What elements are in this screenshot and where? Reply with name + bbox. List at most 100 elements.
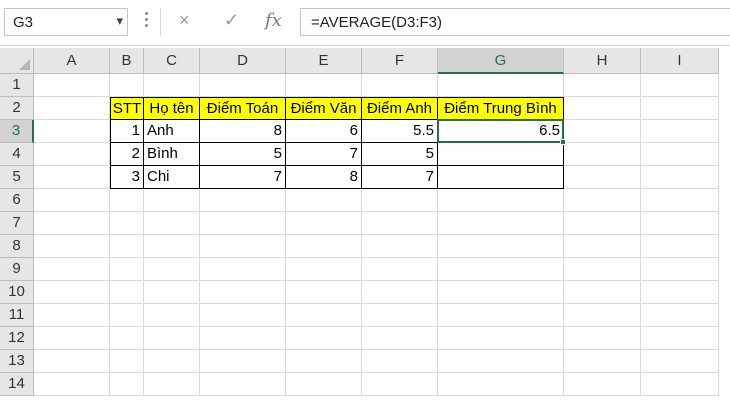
table-cell[interactable]: 7 xyxy=(286,143,362,166)
cell-g6[interactable] xyxy=(438,189,564,212)
row-header-1[interactable]: 1 xyxy=(0,74,34,97)
cell-h6[interactable] xyxy=(564,189,641,212)
table-cell[interactable]: 3 xyxy=(110,166,144,189)
row-header-9[interactable]: 9 xyxy=(0,258,34,281)
cell-d14[interactable] xyxy=(200,373,286,396)
cell-h4[interactable] xyxy=(564,143,641,166)
cell-b10[interactable] xyxy=(110,281,144,304)
cell-g14[interactable] xyxy=(438,373,564,396)
cell-h2[interactable] xyxy=(564,97,641,120)
cell-a9[interactable] xyxy=(34,258,110,281)
cell-i11[interactable] xyxy=(641,304,719,327)
column-header-e[interactable]: E xyxy=(286,48,362,74)
table-cell[interactable]: 6.5 xyxy=(438,120,564,143)
cell-e10[interactable] xyxy=(286,281,362,304)
row-header-6[interactable]: 6 xyxy=(0,189,34,212)
cancel-icon[interactable]: × xyxy=(179,10,190,31)
cell-b8[interactable] xyxy=(110,235,144,258)
column-header-d[interactable]: D xyxy=(200,48,286,74)
row-header-4[interactable]: 4 xyxy=(0,143,34,166)
cell-c13[interactable] xyxy=(144,350,200,373)
cell-e7[interactable] xyxy=(286,212,362,235)
row-header-11[interactable]: 11 xyxy=(0,304,34,327)
cell-c11[interactable] xyxy=(144,304,200,327)
cell-i4[interactable] xyxy=(641,143,719,166)
cell-d10[interactable] xyxy=(200,281,286,304)
cell-h11[interactable] xyxy=(564,304,641,327)
table-cell[interactable]: 7 xyxy=(362,166,438,189)
fill-handle[interactable] xyxy=(560,139,566,145)
cell-d8[interactable] xyxy=(200,235,286,258)
cell-h9[interactable] xyxy=(564,258,641,281)
cell-i8[interactable] xyxy=(641,235,719,258)
cell-b6[interactable] xyxy=(110,189,144,212)
cell-h13[interactable] xyxy=(564,350,641,373)
cell-i6[interactable] xyxy=(641,189,719,212)
chevron-down-icon[interactable]: ▾ xyxy=(116,13,123,29)
cell-f10[interactable] xyxy=(362,281,438,304)
column-header-h[interactable]: H xyxy=(564,48,641,74)
cell-h3[interactable] xyxy=(564,120,641,143)
cell-g9[interactable] xyxy=(438,258,564,281)
cell-a10[interactable] xyxy=(34,281,110,304)
cell-f12[interactable] xyxy=(362,327,438,350)
cell-e11[interactable] xyxy=(286,304,362,327)
table-cell[interactable]: 7 xyxy=(200,166,286,189)
cell-d12[interactable] xyxy=(200,327,286,350)
cell-f1[interactable] xyxy=(362,74,438,97)
row-header-14[interactable]: 14 xyxy=(0,373,34,396)
cell-i14[interactable] xyxy=(641,373,719,396)
cell-g10[interactable] xyxy=(438,281,564,304)
cell-a7[interactable] xyxy=(34,212,110,235)
cell-c6[interactable] xyxy=(144,189,200,212)
cell-b9[interactable] xyxy=(110,258,144,281)
cell-c9[interactable] xyxy=(144,258,200,281)
cell-b12[interactable] xyxy=(110,327,144,350)
table-header[interactable]: Họ tên xyxy=(144,97,200,120)
drag-handle[interactable] xyxy=(143,9,149,33)
cell-g8[interactable] xyxy=(438,235,564,258)
table-header[interactable]: Điểm Toán xyxy=(200,97,286,120)
cell-e9[interactable] xyxy=(286,258,362,281)
table-cell[interactable]: 5 xyxy=(200,143,286,166)
table-cell[interactable]: 5 xyxy=(362,143,438,166)
cell-h1[interactable] xyxy=(564,74,641,97)
cell-h7[interactable] xyxy=(564,212,641,235)
cell-g7[interactable] xyxy=(438,212,564,235)
table-cell[interactable]: 8 xyxy=(286,166,362,189)
cell-f7[interactable] xyxy=(362,212,438,235)
cell-a8[interactable] xyxy=(34,235,110,258)
row-header-13[interactable]: 13 xyxy=(0,350,34,373)
cell-i5[interactable] xyxy=(641,166,719,189)
cell-i1[interactable] xyxy=(641,74,719,97)
table-header[interactable]: Điểm Anh xyxy=(362,97,438,120)
cell-b7[interactable] xyxy=(110,212,144,235)
cell-f9[interactable] xyxy=(362,258,438,281)
cell-i3[interactable] xyxy=(641,120,719,143)
cell-i9[interactable] xyxy=(641,258,719,281)
table-cell[interactable]: 2 xyxy=(110,143,144,166)
cell-f6[interactable] xyxy=(362,189,438,212)
cell-i10[interactable] xyxy=(641,281,719,304)
cell-d7[interactable] xyxy=(200,212,286,235)
cell-i12[interactable] xyxy=(641,327,719,350)
table-cell[interactable]: Anh xyxy=(144,120,200,143)
cell-i2[interactable] xyxy=(641,97,719,120)
cell-a1[interactable] xyxy=(34,74,110,97)
table-header[interactable]: Điểm Văn xyxy=(286,97,362,120)
cell-e14[interactable] xyxy=(286,373,362,396)
table-cell[interactable]: 6 xyxy=(286,120,362,143)
cell-d11[interactable] xyxy=(200,304,286,327)
cell-g12[interactable] xyxy=(438,327,564,350)
cell-g11[interactable] xyxy=(438,304,564,327)
cell-h5[interactable] xyxy=(564,166,641,189)
table-cell[interactable] xyxy=(438,166,564,189)
select-all-button[interactable] xyxy=(0,48,34,74)
column-header-f[interactable]: F xyxy=(362,48,438,74)
cell-d9[interactable] xyxy=(200,258,286,281)
cell-i13[interactable] xyxy=(641,350,719,373)
column-header-i[interactable]: I xyxy=(641,48,719,74)
cell-f8[interactable] xyxy=(362,235,438,258)
table-cell[interactable]: Bình xyxy=(144,143,200,166)
cell-e6[interactable] xyxy=(286,189,362,212)
